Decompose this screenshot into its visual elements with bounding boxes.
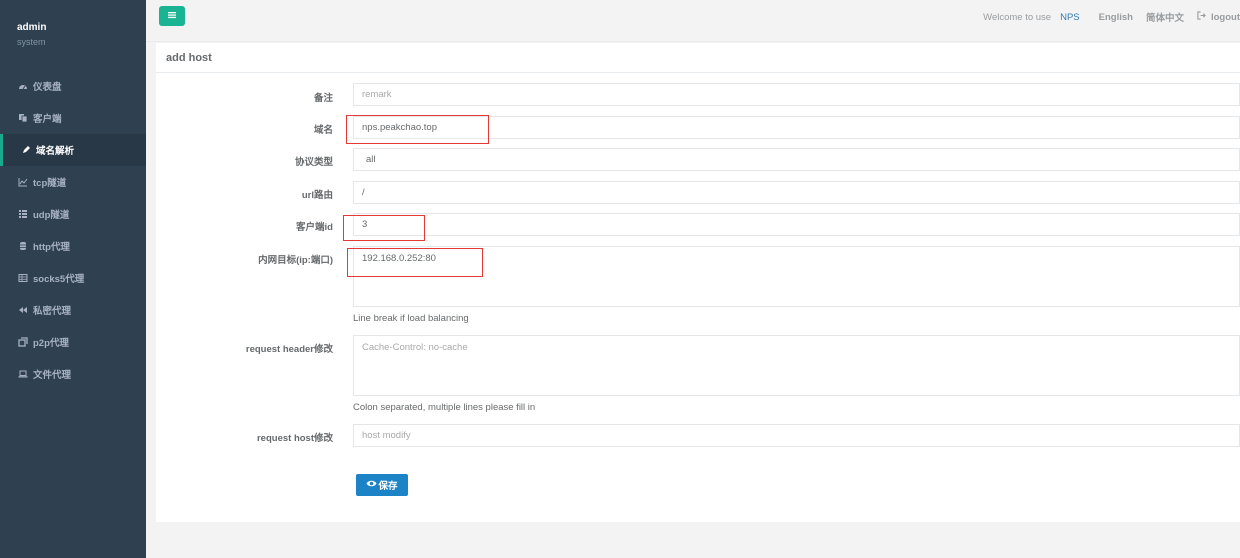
- clone-icon: [17, 337, 28, 348]
- sidebar-item-label: 文件代理: [33, 370, 72, 381]
- target-textarea[interactable]: 192.168.0.252:80: [353, 246, 1240, 307]
- logout-link[interactable]: logout: [1197, 11, 1240, 23]
- sidebar-item-http[interactable]: http代理: [0, 230, 146, 262]
- menu-toggle-button[interactable]: [159, 6, 185, 26]
- english-link[interactable]: English: [1099, 12, 1133, 23]
- chinese-link[interactable]: 简体中文: [1146, 10, 1184, 24]
- host-modify-input[interactable]: host modify: [353, 424, 1240, 447]
- client-id-input[interactable]: 3: [353, 213, 1240, 236]
- profile: admin system: [0, 0, 146, 70]
- remark-label: 备注: [313, 93, 333, 104]
- sidebar-item-file[interactable]: 文件代理: [0, 358, 146, 390]
- sidebar-item-tcp[interactable]: tcp隧道: [0, 166, 146, 198]
- eye-icon: [366, 479, 378, 491]
- top-navbar: Welcome to use NPS English 简体中文 logout: [146, 0, 1240, 42]
- client-id-label: 客户端id: [296, 222, 333, 233]
- protocol-select[interactable]: all: [353, 148, 1240, 171]
- sidebar-item-label: p2p代理: [33, 338, 69, 349]
- save-label: 保存: [378, 481, 398, 492]
- sidebar-item-clients[interactable]: 客户端: [0, 102, 146, 134]
- hamburger-icon: [167, 10, 177, 23]
- sidebar-item-label: udp隧道: [33, 210, 70, 221]
- header-help-text: Colon separated, multiple lines please f…: [353, 402, 536, 413]
- save-button[interactable]: 保存: [356, 474, 408, 496]
- sidebar-item-socks5[interactable]: socks5代理: [0, 262, 146, 294]
- nps-link[interactable]: NPS: [1060, 12, 1080, 23]
- sidebar-item-domain-resolve[interactable]: 域名解析: [0, 134, 146, 166]
- list-icon: [17, 209, 28, 220]
- pencil-icon: [20, 145, 31, 156]
- url-route-input[interactable]: /: [353, 181, 1240, 204]
- dashboard-icon: [17, 81, 28, 92]
- line-chart-icon: [17, 177, 28, 188]
- header-label: request header修改: [245, 344, 333, 355]
- sidebar-item-label: http代理: [33, 242, 70, 253]
- remark-input[interactable]: remark: [353, 83, 1240, 106]
- target-help-text: Line break if load balancing: [353, 313, 469, 324]
- domain-label: 域名: [313, 125, 333, 136]
- host-modify-label: request host修改: [256, 433, 333, 444]
- sidebar-item-label: 私密代理: [33, 306, 72, 317]
- sidebar-item-label: 域名解析: [36, 146, 75, 157]
- url-route-label: url路由: [301, 190, 333, 201]
- logout-label: logout: [1210, 11, 1240, 23]
- domain-input[interactable]: nps.peakchao.top: [353, 116, 1240, 139]
- profile-name: admin: [17, 22, 47, 33]
- table-icon: [17, 273, 28, 284]
- sidebar-item-secret[interactable]: 私密代理: [0, 294, 146, 326]
- top-right-links: Welcome to use NPS English 简体中文 logout: [983, 0, 1240, 34]
- laptop-icon: [17, 369, 28, 380]
- welcome-text: Welcome to use: [983, 11, 1052, 23]
- sidebar-item-p2p[interactable]: p2p代理: [0, 326, 146, 358]
- protocol-label: 协议类型: [294, 157, 333, 168]
- sidebar-item-label: 客户端: [33, 114, 62, 125]
- database-icon: [17, 241, 28, 252]
- sidebar-item-label: tcp隧道: [33, 178, 67, 189]
- profile-role: system: [17, 37, 46, 47]
- sign-out-icon: [1197, 11, 1211, 23]
- sidebar-item-label: 仪表盘: [33, 82, 62, 93]
- target-label: 内网目标(ip:端口): [258, 255, 333, 266]
- sidebar: admin system 仪表盘 客户端 域名解析 tcp隧道 udp隧道 ht…: [0, 0, 146, 558]
- card-title: add host: [156, 43, 1240, 73]
- sidebar-item-dashboard[interactable]: 仪表盘: [0, 70, 146, 102]
- sidebar-item-label: socks5代理: [33, 274, 85, 285]
- request-header-textarea[interactable]: Cache-Control: no-cache: [353, 335, 1240, 396]
- sidebar-item-udp[interactable]: udp隧道: [0, 198, 146, 230]
- copy-icon: [17, 113, 28, 124]
- backward-icon: [17, 305, 28, 316]
